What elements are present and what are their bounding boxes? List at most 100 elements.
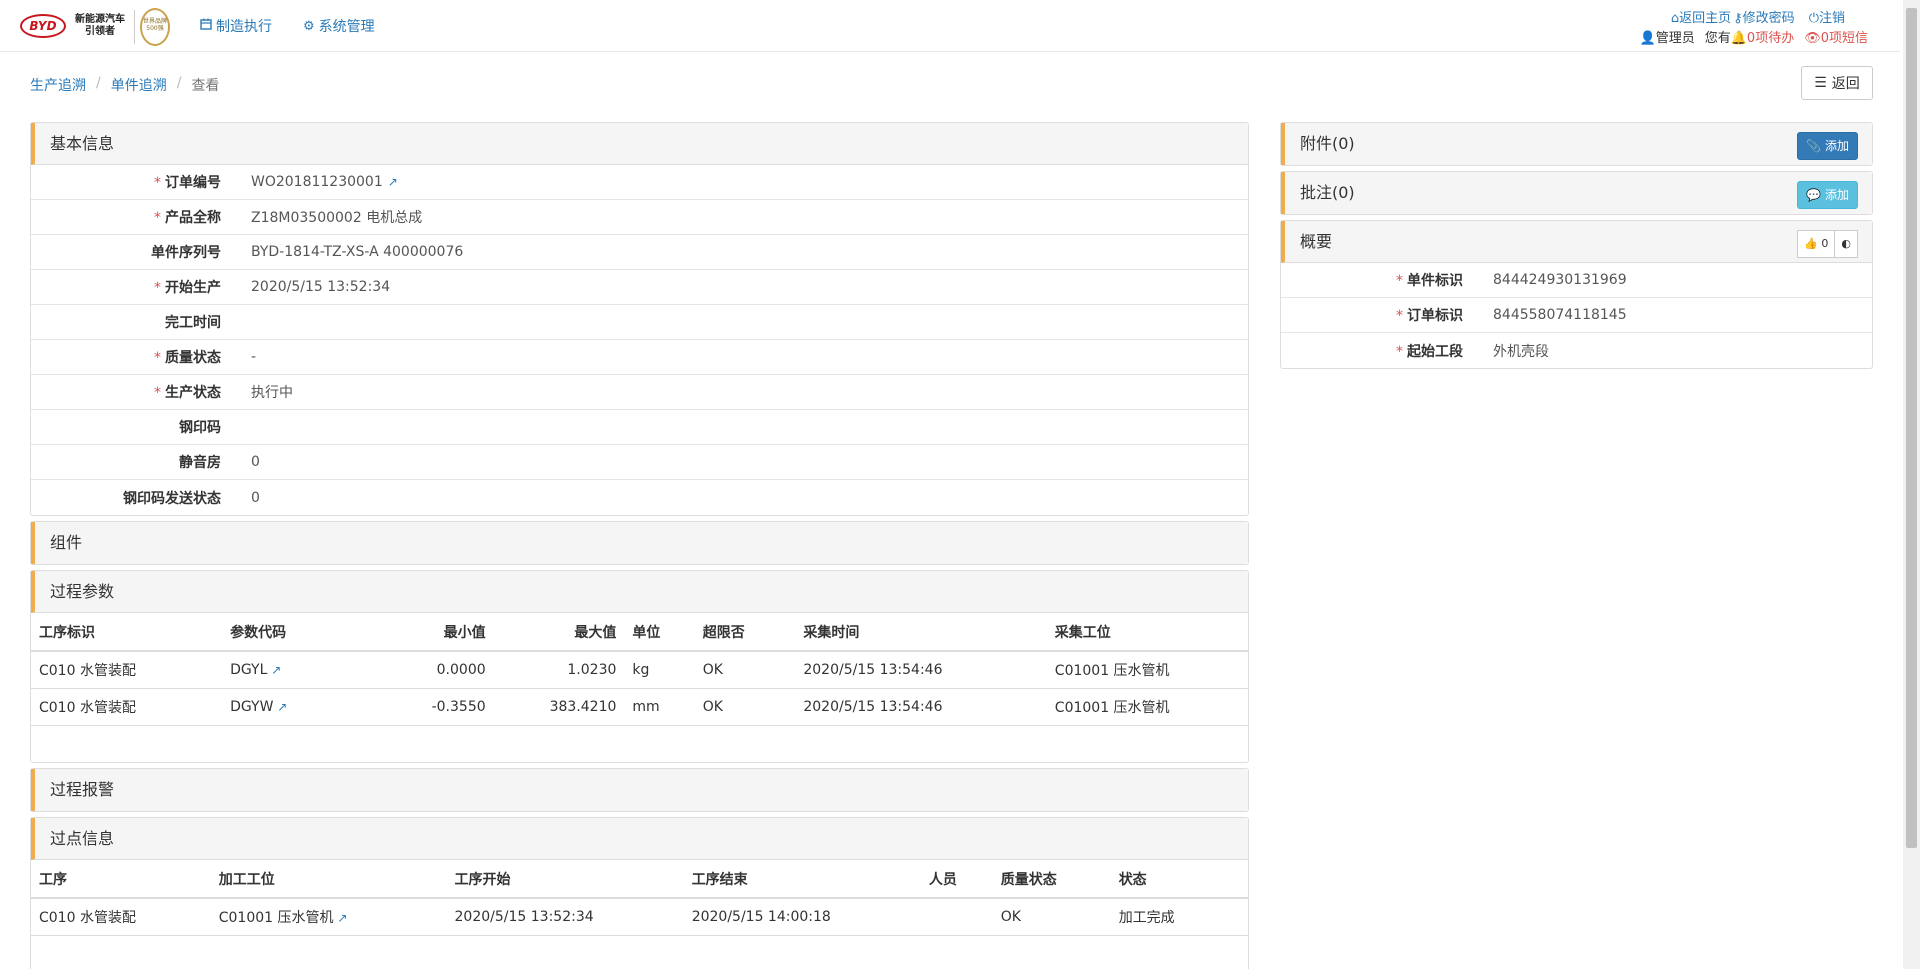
page-scrollbar[interactable]: [1903, 0, 1920, 969]
form-label-text: 钢印码发送状态: [123, 490, 221, 507]
attachments-title: 附件(0): [1300, 134, 1355, 153]
current-user[interactable]: 👤管理员: [1640, 27, 1695, 46]
summary-label-text: 订单标识: [1407, 308, 1463, 324]
cell-text: C010 水管装配: [39, 662, 136, 679]
table-cell: DGYL ↗: [222, 651, 384, 689]
column-header: 工序: [31, 860, 211, 899]
required-asterisk: *: [1396, 308, 1403, 324]
nav-system-management[interactable]: ⚙ 系统管理: [303, 16, 375, 36]
like-button[interactable]: 👍 0: [1797, 230, 1836, 258]
table-row: C010 水管装配 DGYW ↗ -0.3550 383.4210 mm OK 2020/5…: [31, 688, 1248, 726]
current-user-label: 管理员: [1655, 31, 1695, 46]
scrollbar-thumb[interactable]: [1906, 8, 1917, 848]
summary-panel: 概要 👍 0 ◐ * 单件标识 844424930131969 * 订单标识 844558…: [1280, 220, 1873, 369]
column-header: 加工工位: [210, 860, 447, 899]
cell-text[interactable]: DGYW: [230, 699, 273, 715]
table-cell: 1.0230: [493, 651, 625, 689]
change-password-link[interactable]: ⚷修改密码: [1733, 7, 1795, 26]
top-navbar: BYD 新能源汽车 引领者 世界品牌500强 制造执行 ⚙ 系统管理 ⌂返回主页…: [0, 0, 1900, 52]
table-cell: OK: [992, 898, 1111, 936]
table-cell: C01001 压水管机: [1046, 651, 1248, 689]
form-value-text[interactable]: WO201811230001: [251, 174, 383, 190]
unfollow-button[interactable]: ◐: [1835, 230, 1858, 258]
like-button-group: 👍 0 ◐: [1797, 230, 1858, 258]
form-value-text: BYD-1814-TZ-XS-A 400000076: [251, 244, 464, 260]
user-icon: 👤: [1639, 31, 1656, 46]
table-header-row: 工序标识 参数代码 最小值 最大值 单位 超限否 采集时间 采集工位: [31, 613, 1248, 652]
process-params-table: 工序标识 参数代码 最小值 最大值 单位 超限否 采集时间 采集工位 C010 水管装配 DGY…: [31, 613, 1248, 762]
add-note-button[interactable]: 💬 添加: [1797, 181, 1858, 209]
list-icon: ☰: [1814, 75, 1827, 91]
logo-slogan-line-1: 新能源汽车: [75, 14, 125, 25]
home-link[interactable]: ⌂返回主页: [1671, 7, 1731, 26]
basic-info-panel: 基本信息 * 订单编号 WO201811230001 ↗ * 产品全称 Z18M035000…: [30, 122, 1249, 516]
column-header: 质量状态: [992, 860, 1111, 899]
nav-system-management-label: 系统管理: [318, 19, 375, 35]
form-label-text: 订单编号: [165, 175, 221, 191]
form-label: * 订单编号: [31, 172, 221, 192]
form-value: 0: [251, 490, 260, 506]
summary-row: * 起始工段 外机壳段: [1281, 333, 1872, 368]
cell-text[interactable]: DGYL: [230, 662, 267, 678]
required-asterisk: *: [154, 175, 161, 191]
components-title[interactable]: 组件: [31, 522, 1248, 564]
form-label-text: 产品全称: [165, 210, 221, 226]
form-label-text: 钢印码: [179, 420, 221, 436]
table-cell: C01001 压水管机: [1046, 688, 1248, 726]
table-cell: C01001 压水管机 ↗: [210, 898, 447, 936]
table-cell: kg: [624, 651, 695, 689]
basic-info-title: 基本信息: [31, 123, 1248, 165]
back-button[interactable]: ☰ 返回: [1801, 66, 1873, 100]
todo-label: 0项待办: [1746, 31, 1795, 46]
breadcrumb: 生产追溯 / 单件追溯 / 查看: [30, 75, 219, 95]
breadcrumb-production-trace[interactable]: 生产追溯: [30, 75, 86, 95]
column-header: 超限否: [694, 613, 796, 652]
cell-text: 0.0000: [436, 661, 486, 678]
summary-rows: * 单件标识 844424930131969 * 订单标识 844558074118145…: [1281, 263, 1872, 368]
cell-text: 2020/5/15 13:54:46: [803, 698, 943, 715]
logo-slogan-line-2: 引领者: [85, 26, 115, 37]
external-link-icon[interactable]: ↗: [267, 663, 281, 677]
cell-text: 加工完成: [1118, 909, 1175, 926]
add-attachment-label: 添加: [1824, 139, 1849, 153]
cell-text: OK: [702, 661, 723, 678]
table-row: C010 水管装配 C01001 压水管机 ↗ 2020/5/15 13:52:34…: [31, 898, 1248, 936]
you-have-text: 您有: [1704, 31, 1731, 46]
summary-row: * 订单标识 844558074118145: [1281, 298, 1872, 333]
required-asterisk: *: [154, 280, 161, 296]
notes-panel: 批注(0) 💬 添加: [1280, 171, 1873, 215]
table-cell: C010 水管装配: [31, 688, 223, 726]
external-link-icon[interactable]: ↗: [334, 911, 347, 925]
form-value-text: 2020/5/15 13:52:34: [251, 279, 391, 295]
form-label: 钢印码: [31, 417, 221, 437]
process-alarms-title[interactable]: 过程报警: [31, 769, 1248, 811]
cell-text: C01001 压水管机: [1054, 699, 1170, 716]
sms-link[interactable]: 👁0项短信: [1804, 27, 1868, 46]
required-asterisk: *: [154, 210, 161, 226]
byd-logo[interactable]: BYD: [20, 14, 66, 38]
cell-text[interactable]: C01001 压水管机: [219, 910, 334, 926]
summary-label-text: 单件标识: [1407, 273, 1463, 289]
external-link-icon[interactable]: ↗: [388, 175, 398, 189]
nav-manufacturing-execution[interactable]: 制造执行: [200, 16, 272, 36]
like-count: 0: [1821, 237, 1829, 250]
table-cell: 加工完成: [1110, 898, 1248, 936]
notes-title: 批注(0): [1300, 183, 1355, 202]
eye-slash-icon: ◐: [1841, 237, 1851, 250]
form-row: * 产品全称 Z18M03500002 电机总成: [31, 200, 1248, 235]
logout-link[interactable]: ⏻注销: [1809, 7, 1845, 26]
cell-text: 2020/5/15 14:00:18: [691, 908, 831, 925]
add-attachment-button[interactable]: 📎 添加: [1797, 132, 1858, 160]
form-label-text: 生产状态: [165, 385, 221, 401]
form-label: * 生产状态: [31, 382, 221, 402]
todo-link[interactable]: 🔔0项待办: [1731, 27, 1794, 46]
cell-text: kg: [632, 661, 650, 678]
summary-value: 外机壳段: [1493, 341, 1549, 361]
external-link-icon[interactable]: ↗: [273, 700, 287, 714]
required-asterisk: *: [154, 350, 161, 366]
form-row: 单件序列号 BYD-1814-TZ-XS-A 400000076: [31, 235, 1248, 270]
pass-points-panel: 过点信息 工序 加工工位 工序开始 工序结束 人员 质量状态 状态 C010 水管装配 C01…: [30, 817, 1249, 969]
process-params-panel: 过程参数 工序标识 参数代码 最小值 最大值 单位 超限否 采集时间 采集工位 C010 水管…: [30, 570, 1249, 763]
breadcrumb-unit-trace[interactable]: 单件追溯: [111, 75, 167, 95]
brand-badge-logo: 世界品牌500强: [140, 8, 170, 46]
